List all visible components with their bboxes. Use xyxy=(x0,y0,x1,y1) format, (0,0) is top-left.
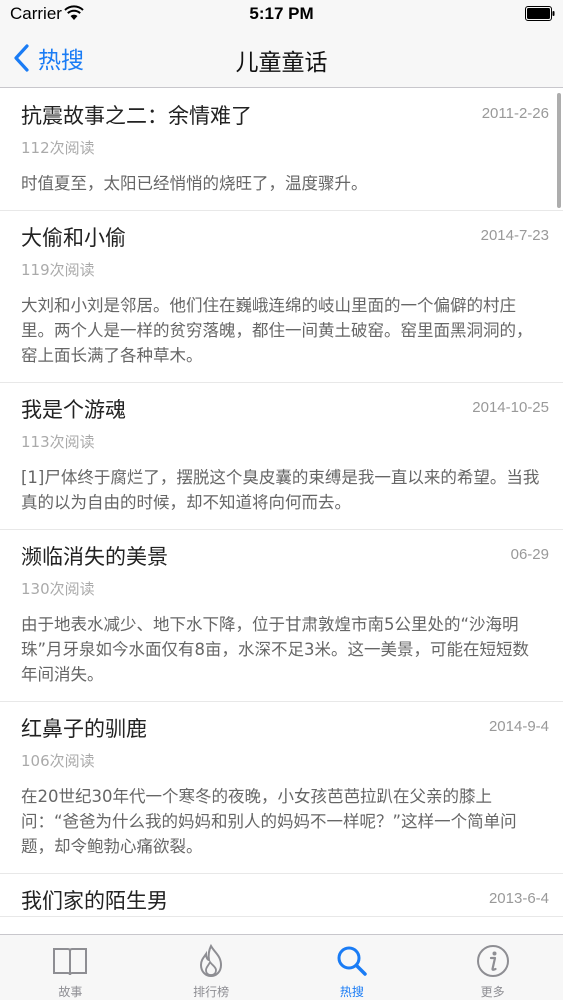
read-count: 112次阅读 xyxy=(21,139,95,157)
info-icon xyxy=(476,945,509,977)
tab-book[interactable]: 故事 xyxy=(0,935,141,1000)
list-item[interactable]: 大偷和小偷 2014-7-23 119次阅读大刘和小刘是邻居。他们住在巍峨连绵的岐山… xyxy=(0,211,563,383)
read-count: 119次阅读 xyxy=(21,261,95,279)
story-date: 2013-6-4 xyxy=(488,890,549,907)
battery-icon xyxy=(525,6,555,21)
story-title: 我是个游魂 xyxy=(21,398,126,422)
list-item[interactable]: 我是个游魂 2014-10-25 113次阅读 [1]尸体终于腐烂了，摆脱这个臭皮囊的… xyxy=(0,383,563,530)
tab-label: 热搜 xyxy=(339,985,364,999)
screen: Carrier 5:17 PM 热搜 儿童童话 抗震故事之二：余情难了 2011-… xyxy=(0,0,563,1000)
tab-info[interactable]: 更多 xyxy=(422,935,563,1000)
read-count: 113次阅读 xyxy=(21,433,95,451)
list-item[interactable]: 我们家的陌生男 2013-6-4 xyxy=(0,874,563,917)
tab-label: 排行榜 xyxy=(193,985,230,999)
story-title: 我们家的陌生男 xyxy=(21,889,168,913)
story-date: 2014-10-25 xyxy=(472,399,549,416)
list-item[interactable]: 濒临消失的美景 06-29 130次阅读由于地表水减少、地下水下降，位于甘肃敦煌市南… xyxy=(0,530,563,702)
story-summary: 由于地表水减少、地下水下降，位于甘肃敦煌市南5公里处的“沙海明珠”月牙泉如今水面… xyxy=(21,615,530,684)
tab-label: 更多 xyxy=(480,985,505,999)
story-summary: 大刘和小刘是邻居。他们住在巍峨连绵的岐山里面的一个偏僻的村庄里。两个人是一样的贫… xyxy=(21,296,533,365)
list-item[interactable]: 红鼻子的驯鹿 2014-9-4 106次阅读在20世纪30年代一个寒冬的夜晚，小女孩… xyxy=(0,702,563,874)
story-title: 濒临消失的美景 xyxy=(21,545,168,569)
story-title: 抗震故事之二：余情难了 xyxy=(21,104,252,128)
story-date: 2011-2-26 xyxy=(481,105,549,122)
read-count: 106次阅读 xyxy=(21,752,95,770)
story-date: 2014-7-23 xyxy=(480,227,549,244)
tab-bar: 故事 排行榜 热搜 更多 xyxy=(0,934,563,1000)
status-bar: Carrier 5:17 PM xyxy=(0,0,563,30)
story-title: 大偷和小偷 xyxy=(21,226,126,250)
story-summary: [1]尸体终于腐烂了，摆脱这个臭皮囊的束缚是我一直以来的希望。当我真的以为自由的… xyxy=(21,468,540,512)
search-icon xyxy=(337,946,367,976)
story-date: 2014-9-4 xyxy=(488,718,549,735)
read-count: 130次阅读 xyxy=(21,580,95,598)
tab-label: 故事 xyxy=(58,985,83,999)
story-date: 06-29 xyxy=(510,546,549,563)
tab-flame[interactable]: 排行榜 xyxy=(141,935,282,1000)
tab-search[interactable]: 热搜 xyxy=(282,935,423,1000)
story-title: 红鼻子的驯鹿 xyxy=(21,717,147,741)
list-item[interactable]: 抗震故事之二：余情难了 2011-2-26 112次阅读时值夏至，太阳已经悄悄的烧旺… xyxy=(0,89,563,211)
story-summary: 在20世纪30年代一个寒冬的夜晚，小女孩芭芭拉趴在父亲的膝上问：“爸爸为什么我的… xyxy=(21,787,517,856)
page-title: 儿童童话 xyxy=(235,50,328,76)
story-summary: 时值夏至，太阳已经悄悄的烧旺了，温度骤升。 xyxy=(21,174,368,193)
navigation-bar: 热搜 儿童童话 xyxy=(0,30,563,88)
scrollbar[interactable] xyxy=(557,93,561,208)
status-time: 5:17 PM xyxy=(249,4,314,23)
book-icon xyxy=(53,948,88,976)
flame-icon xyxy=(200,943,223,978)
story-list[interactable]: 抗震故事之二：余情难了 2011-2-26 112次阅读时值夏至，太阳已经悄悄的烧旺… xyxy=(0,89,563,934)
